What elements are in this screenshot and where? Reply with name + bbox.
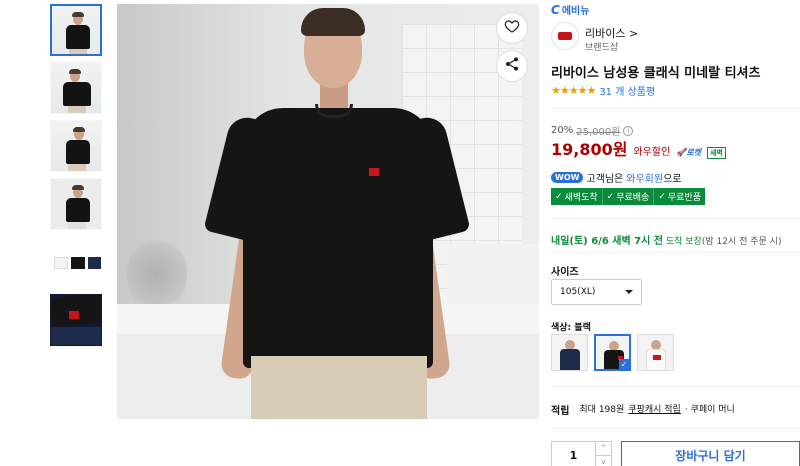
logo-text: 에비뉴 — [561, 6, 590, 17]
wishlist-button[interactable] — [496, 12, 528, 44]
cashback-label: 적립 — [551, 406, 570, 417]
thumbnail-4[interactable] — [50, 178, 102, 230]
color-swatches: ✓ — [551, 334, 674, 371]
swatch-navy[interactable] — [551, 334, 588, 371]
main-product-image — [117, 4, 539, 419]
benefit-badge: ✓ 무료반품 — [653, 188, 706, 205]
check-icon: ✓ — [606, 191, 615, 202]
check-icon: ✓ — [555, 191, 563, 202]
coupang-cash-link[interactable]: 쿠팡캐시 적립 — [628, 402, 681, 417]
size-dropdown[interactable]: 105(XL) — [551, 279, 642, 305]
thumbnail-6[interactable] — [50, 294, 102, 346]
quantity-up-button[interactable]: ^ — [596, 442, 611, 455]
check-icon: ✓ — [658, 191, 666, 202]
discount-rate: 20% — [551, 125, 574, 136]
thumbnail-list — [50, 4, 104, 352]
rocket-label: 로켓 — [686, 148, 701, 157]
rocket-icon: 🚀로켓 — [676, 148, 701, 157]
quantity-stepper: 1 ^ v — [551, 441, 612, 466]
divider — [551, 428, 800, 429]
chevron-down-icon — [625, 290, 633, 294]
divider — [551, 252, 800, 253]
color-label: 색상: 블랙 — [551, 323, 591, 333]
delivery-info: 내일(토) 6/6 새벽 7시 전 도착 보장(밤 12시 전 주문 시) — [551, 232, 781, 247]
price-row: 19,800원 와우할인 🚀로켓 새벽 — [551, 136, 726, 160]
info-icon[interactable]: i — [623, 125, 634, 136]
thumbnail-2[interactable] — [50, 62, 102, 114]
brand-link[interactable]: 리바이스 > — [585, 25, 638, 41]
delivery-guarantee: 도착 보장 — [665, 237, 702, 247]
review-count-link[interactable]: 31 개 상품평 — [599, 83, 655, 98]
product-info: C 에비뉴 리바이스 > 브랜드샵 리바이스 남성용 클래식 미네랄 티셔츠 ★★… — [551, 0, 800, 466]
share-button[interactable] — [496, 50, 528, 82]
size-label: 사이즈 — [551, 267, 579, 278]
product-title: 리바이스 남성용 클래식 미네랄 티셔츠 — [551, 66, 761, 81]
final-price: 19,800원 — [551, 140, 628, 159]
wow-badge: WOW — [551, 172, 584, 183]
cashback-amount: 최대 198원 — [579, 405, 625, 415]
share-icon — [504, 56, 520, 76]
coupay-text: · 쿠페이 머니 — [684, 405, 735, 415]
swatch-black[interactable]: ✓ — [594, 334, 631, 371]
divider — [551, 218, 800, 219]
wow-sale-label: 와우할인 — [633, 147, 671, 158]
wow-suffix: 으로 — [663, 174, 682, 185]
logo-tab — [369, 168, 379, 176]
avenue-logo[interactable]: C 에비뉴 — [551, 2, 589, 17]
delivery-cutoff: (밤 12시 전 주문 시) — [701, 237, 782, 247]
brand-shop-label: 브랜드샵 — [585, 43, 619, 53]
benefit-badge: ✓ 무료배송 — [601, 188, 654, 205]
wow-member-link[interactable]: 와우회원 — [626, 170, 663, 185]
size-selected-value: 105(XL) — [560, 287, 596, 297]
add-to-cart-button[interactable]: 장바구니 담기 — [621, 441, 800, 466]
rating-row: ★★★★★ 31 개 상품평 — [551, 83, 655, 98]
delivery-date: 내일(토) 6/6 새벽 7시 전 — [551, 236, 663, 247]
swatch-white[interactable] — [637, 334, 674, 371]
thumbnail-5[interactable] — [50, 236, 102, 288]
heart-icon — [504, 18, 520, 38]
dawn-badge: 새벽 — [706, 147, 726, 159]
quantity-down-button[interactable]: v — [596, 454, 611, 466]
model-wearing-tshirt — [117, 4, 539, 419]
product-page: C 에비뉴 리바이스 > 브랜드샵 리바이스 남성용 클래식 미네랄 티셔츠 ★★… — [0, 0, 800, 466]
star-rating-icon: ★★★★★ — [551, 84, 596, 97]
check-icon: ✓ — [619, 359, 629, 369]
divider — [551, 108, 800, 109]
wow-member-row: WOW 고객님은 와우회원 으로 — [551, 170, 681, 185]
benefit-badge: ✓ 새벽도착 — [551, 188, 602, 205]
thumbnail-3[interactable] — [50, 120, 102, 172]
benefit-badges: ✓ 새벽도착 ✓ 무료배송 ✓ 무료반품 — [551, 188, 706, 205]
quantity-input[interactable]: 1 — [552, 442, 595, 466]
cashback-row: 적립 최대 198원 쿠팡캐시 적립 · 쿠페이 머니 — [551, 402, 735, 417]
brand-logo[interactable] — [551, 22, 579, 50]
wow-prefix: 고객님은 — [586, 174, 624, 185]
logo-c: C — [551, 3, 560, 17]
divider — [551, 386, 800, 387]
thumbnail-1[interactable] — [50, 4, 102, 56]
